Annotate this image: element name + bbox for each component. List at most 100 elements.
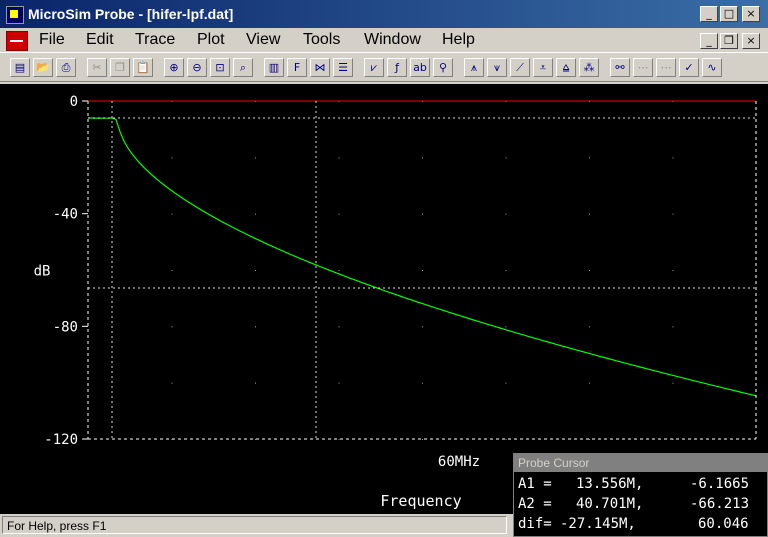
- cursor-a1-row: A1 = 13.556M, -6.1665: [518, 476, 749, 492]
- y-tick-label: -40: [53, 207, 78, 223]
- cursor-a1-label: A1 =: [518, 476, 552, 492]
- menu-file[interactable]: File: [39, 31, 65, 49]
- plot-area[interactable]: 0 -40 -80 -120 60MHz dB Frequency: [0, 84, 768, 514]
- close-button[interactable]: ×: [742, 6, 760, 22]
- cursor-dif-x: -27.145M,: [560, 516, 636, 532]
- menu-view[interactable]: View: [246, 31, 280, 49]
- cursor-a2-x: 40.701M,: [576, 496, 644, 512]
- x-axis-title: Frequency: [380, 492, 461, 510]
- grid-dot: [338, 439, 340, 440]
- zoom-area-icon[interactable]: ⊡: [210, 58, 230, 77]
- grid-dot: [338, 157, 340, 159]
- performance-icon[interactable]: ⋈: [310, 58, 330, 77]
- grid-dot: [422, 157, 423, 159]
- add-trace-icon[interactable]: ⩗: [364, 58, 384, 77]
- probe-cursor-panel[interactable]: Probe Cursor A1 = 13.556M, -6.1665 A2 = 40.…: [513, 453, 768, 537]
- zoom-fit-icon[interactable]: ⌕: [233, 58, 253, 77]
- grid-dot: [589, 382, 590, 384]
- mark-data-icon[interactable]: ∿: [702, 58, 722, 77]
- status-bar: For Help, press F1: [0, 514, 513, 537]
- grid-dot: [672, 326, 674, 328]
- probe-app-icon[interactable]: [6, 6, 24, 24]
- minimize-button[interactable]: _: [700, 6, 718, 22]
- grid-dot: [338, 213, 340, 215]
- grid-dot: [589, 326, 590, 328]
- paste-icon[interactable]: 📋: [133, 58, 153, 77]
- grid-dot: [505, 270, 507, 271]
- grid-dot: [171, 382, 173, 384]
- zoom-in-icon[interactable]: ⊕: [164, 58, 184, 77]
- add-label-icon[interactable]: ab: [410, 58, 430, 77]
- list-icon[interactable]: ☰: [333, 58, 353, 77]
- grid-dot: [171, 326, 173, 328]
- grid-dot: [672, 270, 674, 271]
- menu-trace[interactable]: Trace: [135, 31, 175, 49]
- grid-dot: [255, 326, 256, 328]
- grid-dot: [255, 213, 256, 215]
- cursor-a1-y: -6.1665: [690, 476, 750, 492]
- grid-dot: [589, 157, 590, 159]
- title-bar: MicroSim Probe - [hifer-lpf.dat] _ □ ×: [0, 0, 768, 28]
- grid-dot: [505, 213, 507, 215]
- grid-dot: [505, 157, 507, 159]
- doc-minimize-button[interactable]: _: [700, 33, 718, 49]
- cursor-point-icon[interactable]: ⁂: [579, 58, 599, 77]
- grid-dot: [255, 157, 256, 159]
- cursor-a2-y: -66.213: [690, 496, 750, 512]
- grid-dot: [505, 439, 507, 440]
- doc-restore-button[interactable]: ❐: [720, 33, 738, 49]
- cursor-next-icon[interactable]: ⋯: [633, 58, 653, 77]
- grid-dot: [422, 382, 423, 384]
- grid-dot: [338, 326, 340, 328]
- cut-icon[interactable]: ✂: [87, 58, 107, 77]
- fft-icon[interactable]: F: [287, 58, 307, 77]
- grid-dot: [672, 382, 674, 384]
- cursor-trough-icon[interactable]: ⩛: [487, 58, 507, 77]
- y-tick-label: -120: [44, 432, 78, 448]
- maximize-button[interactable]: □: [720, 6, 738, 22]
- grid-dot: [589, 439, 590, 440]
- menu-window[interactable]: Window: [364, 31, 421, 49]
- new-icon[interactable]: ▤: [10, 58, 30, 77]
- plot-svg[interactable]: 0 -40 -80 -120 60MHz dB Frequency: [0, 84, 768, 514]
- menu-tools[interactable]: Tools: [303, 31, 340, 49]
- mark-label-icon[interactable]: ✓: [679, 58, 699, 77]
- menu-edit[interactable]: Edit: [86, 31, 114, 49]
- grid-dot: [422, 213, 423, 215]
- copy-icon[interactable]: ❐: [110, 58, 130, 77]
- grid-dot: [422, 439, 423, 440]
- grid-dot: [338, 270, 340, 271]
- document-icon[interactable]: [6, 31, 28, 51]
- eval-goal-icon[interactable]: ƒ: [387, 58, 407, 77]
- grid-dot: [422, 270, 423, 271]
- grid-dot: [505, 326, 507, 328]
- y-tick-label: 0: [70, 94, 78, 110]
- grid-dot: [672, 157, 674, 159]
- menu-plot[interactable]: Plot: [197, 31, 225, 49]
- marker-icon[interactable]: ⚲: [433, 58, 453, 77]
- grid-dot: [422, 326, 423, 328]
- grid-dot: [589, 213, 590, 215]
- cursor-min-icon[interactable]: ⩡: [533, 58, 553, 77]
- zoom-out-icon[interactable]: ⊖: [187, 58, 207, 77]
- cursor-search-icon[interactable]: ⚯: [610, 58, 630, 77]
- doc-close-button[interactable]: ×: [742, 33, 760, 49]
- cursor-a2-label: A2 =: [518, 496, 552, 512]
- cursor-dif-label: dif=: [518, 516, 552, 532]
- y-tick-label: -80: [53, 319, 78, 335]
- print-icon[interactable]: ⎙: [56, 58, 76, 77]
- open-icon[interactable]: 📂: [33, 58, 53, 77]
- log-x-icon[interactable]: ▥: [264, 58, 284, 77]
- grid-dot: [171, 157, 173, 159]
- cursor-slope-icon[interactable]: ⟋: [510, 58, 530, 77]
- grid-dot: [255, 270, 256, 271]
- probe-cursor-title[interactable]: Probe Cursor: [514, 454, 767, 472]
- status-text: For Help, press F1: [2, 516, 507, 534]
- cursor-prev-icon[interactable]: ⋯: [656, 58, 676, 77]
- cursor-max-icon[interactable]: ⩠: [556, 58, 576, 77]
- y-axis-title: dB: [34, 264, 51, 280]
- menu-help[interactable]: Help: [442, 31, 475, 49]
- cursor-peak-icon[interactable]: ⩚: [464, 58, 484, 77]
- grid-dot: [672, 213, 674, 215]
- cursor-a2-row: A2 = 40.701M, -66.213: [518, 496, 749, 512]
